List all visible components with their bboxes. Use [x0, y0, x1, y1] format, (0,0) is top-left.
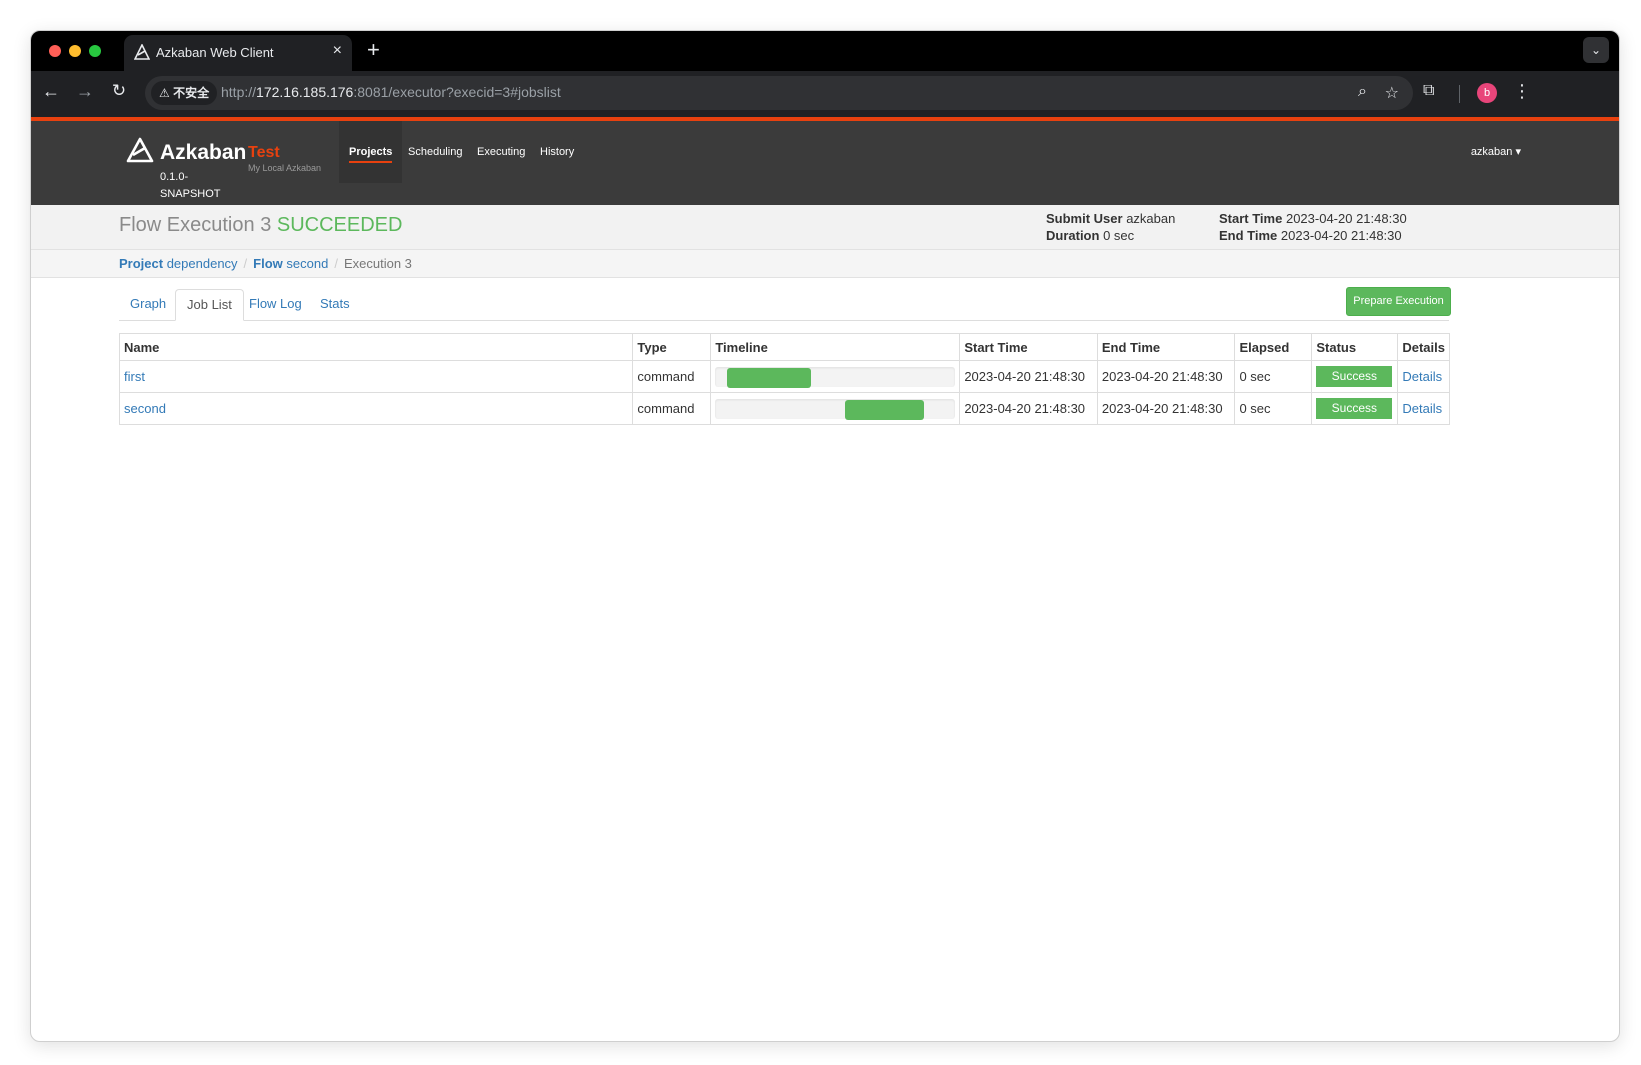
job-start-time: 2023-04-20 21:48:30 — [959, 392, 1098, 425]
chevron-down-icon[interactable]: ⌄ — [1583, 37, 1609, 63]
browser-window: Azkaban Web Client × + ⌄ ← → ↻ ⚠ 不安全 htt… — [30, 30, 1620, 1042]
status-badge: Success — [1316, 398, 1393, 419]
column-header-name: Name — [118, 333, 634, 361]
browser-toolbar: ← → ↻ ⚠ 不安全 http://172.16.185.176:8081/e… — [31, 71, 1619, 117]
prepare-execution-button[interactable]: Prepare Execution — [1346, 287, 1451, 316]
brand-version: 0.1.0-SNAPSHOT — [160, 171, 221, 200]
azkaban-logo-icon — [126, 137, 154, 163]
execution-tabs: Graph Job List Flow Log Stats — [119, 289, 1449, 321]
column-header-details: Details — [1397, 333, 1450, 361]
url-text[interactable]: http://172.16.185.176:8081/executor?exec… — [221, 84, 561, 100]
details-link[interactable]: Details — [1402, 369, 1442, 384]
duration: Duration 0 sec — [1046, 228, 1135, 243]
breadcrumb-project[interactable]: Project dependency — [119, 256, 238, 271]
job-end-time: 2023-04-20 21:48:30 — [1096, 360, 1236, 393]
job-list-table: Name Type Timeline Start Time End Time E… — [118, 333, 1450, 425]
browser-menu-icon[interactable]: ⋮ — [1513, 81, 1531, 102]
column-header-type: Type — [632, 333, 712, 361]
tab-stats[interactable]: Stats — [309, 289, 361, 319]
column-header-status: Status — [1311, 333, 1399, 361]
tab-job-list[interactable]: Job List — [175, 289, 244, 321]
brand-name: Azkaban — [160, 141, 247, 164]
timeline-bar — [727, 367, 812, 388]
environment-description: My Local Azkaban — [248, 163, 322, 173]
azkaban-header: Azkaban 0.1.0-SNAPSHOT Test My Local Azk… — [31, 121, 1619, 205]
page-title: Flow Execution 3 SUCCEEDED — [119, 214, 403, 236]
bookmark-star-icon[interactable]: ☆ — [1385, 83, 1399, 103]
table-header-row: Name Type Timeline Start Time End Time E… — [118, 333, 1450, 361]
environment-name: Test — [248, 144, 280, 161]
job-type: command — [632, 360, 712, 393]
breadcrumb-flow[interactable]: Flow second — [253, 256, 328, 271]
nav-scheduling[interactable]: Scheduling — [398, 121, 472, 183]
breadcrumb: Project dependency / Flow second / Execution… — [31, 250, 1619, 278]
minimize-window-button[interactable] — [69, 45, 81, 57]
forward-arrow-icon[interactable]: → — [73, 81, 97, 102]
profile-avatar[interactable]: b — [1477, 83, 1497, 103]
column-header-end-time: End Time — [1096, 333, 1236, 361]
browser-tab[interactable]: Azkaban Web Client × — [124, 35, 352, 71]
nav-projects[interactable]: Projects — [339, 121, 403, 183]
maximize-window-button[interactable] — [89, 45, 101, 57]
end-time: End Time 2023-04-20 21:48:30 — [1219, 228, 1402, 243]
timeline-track — [715, 366, 956, 388]
start-time: Start Time 2023-04-20 21:48:30 — [1219, 211, 1407, 226]
job-start-time: 2023-04-20 21:48:30 — [959, 360, 1098, 393]
caret-down-icon: ▾ — [1515, 146, 1521, 158]
status-badge: Success — [1316, 366, 1393, 387]
back-arrow-icon[interactable]: ← — [39, 81, 63, 102]
job-type: command — [632, 392, 712, 425]
column-header-start-time: Start Time — [959, 333, 1098, 361]
table-row: first command 2023-04-20 21:48:30 2023-0… — [118, 360, 1450, 393]
close-window-button[interactable] — [49, 45, 61, 57]
plus-icon[interactable]: + — [367, 37, 380, 63]
tab-flow-log[interactable]: Flow Log — [238, 289, 313, 319]
close-icon[interactable]: × — [333, 42, 342, 60]
nav-executing[interactable]: Executing — [467, 121, 535, 183]
nav-history[interactable]: History — [530, 121, 584, 183]
table-row: second command 2023-04-20 21:48:30 2023-… — [118, 392, 1450, 425]
timeline-bar — [844, 399, 925, 420]
tab-graph[interactable]: Graph — [119, 289, 177, 319]
flow-header: Flow Execution 3 SUCCEEDED Submit User a… — [31, 205, 1619, 250]
address-bar[interactable]: ⚠ 不安全 http://172.16.185.176:8081/executo… — [145, 76, 1413, 110]
details-link[interactable]: Details — [1402, 401, 1442, 416]
tab-title: Azkaban Web Client — [156, 45, 274, 60]
extensions-icon[interactable]: ⧉ — [1423, 82, 1434, 100]
job-name-link[interactable]: second — [124, 401, 166, 416]
flow-status: SUCCEEDED — [276, 214, 403, 236]
column-header-timeline: Timeline — [710, 333, 961, 361]
submit-user: Submit User azkaban — [1046, 211, 1176, 226]
zoom-icon[interactable]: ⌕ — [1358, 83, 1367, 101]
user-menu[interactable]: azkaban ▾ — [1471, 145, 1521, 158]
job-name-link[interactable]: first — [124, 369, 145, 384]
reload-icon[interactable]: ↻ — [107, 81, 131, 101]
job-elapsed: 0 sec — [1234, 360, 1313, 393]
column-header-elapsed: Elapsed — [1234, 333, 1313, 361]
tab-strip: Azkaban Web Client × + ⌄ — [31, 31, 1619, 71]
timeline-track — [715, 398, 956, 420]
breadcrumb-execution: Execution 3 — [343, 256, 412, 271]
azkaban-favicon-icon — [134, 44, 150, 60]
job-end-time: 2023-04-20 21:48:30 — [1096, 392, 1236, 425]
job-elapsed: 0 sec — [1234, 392, 1313, 425]
security-warning-chip[interactable]: ⚠ 不安全 — [151, 81, 218, 105]
toolbar-divider — [1459, 85, 1460, 103]
